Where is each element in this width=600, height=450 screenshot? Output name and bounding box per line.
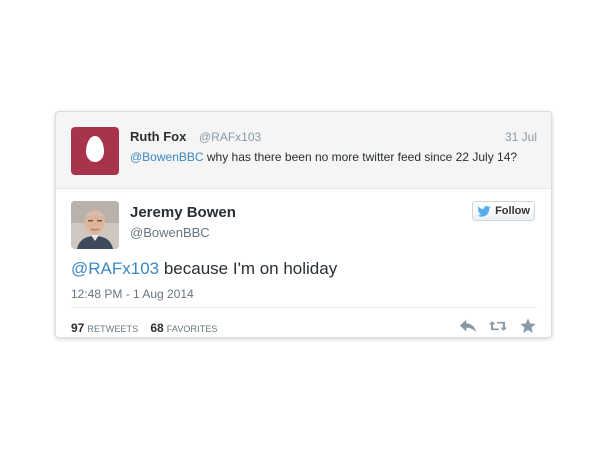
parent-tweet-text: @BowenBBC why has there been no more twi… xyxy=(130,150,517,164)
tweet-actions xyxy=(459,318,537,334)
author-handle[interactable]: @BowenBBC xyxy=(130,225,210,240)
reply-icon[interactable] xyxy=(459,318,477,334)
follow-label: Follow xyxy=(495,205,530,217)
parent-tweet-date[interactable]: 31 Jul xyxy=(505,130,537,144)
favorites-stat[interactable]: 68 FAVORITES xyxy=(150,321,218,335)
mention-link[interactable]: @RAFx103 xyxy=(71,259,159,278)
star-icon[interactable] xyxy=(519,318,537,334)
tweet-card: Ruth Fox @RAFx103 31 Jul @BowenBBC why h… xyxy=(55,111,552,338)
egg-icon xyxy=(86,136,104,162)
retweets-label: RETWEETS xyxy=(87,324,139,334)
parent-author-name[interactable]: Ruth Fox xyxy=(130,129,186,144)
parent-tweet[interactable]: Ruth Fox @RAFx103 31 Jul @BowenBBC why h… xyxy=(56,112,551,189)
avatar[interactable] xyxy=(71,201,119,249)
follow-button[interactable]: Follow xyxy=(472,201,535,221)
author-name[interactable]: Jeremy Bowen xyxy=(130,204,236,221)
tweet-text: @RAFx103 because I'm on holiday xyxy=(71,259,337,279)
favorites-label: FAVORITES xyxy=(166,324,218,334)
tweet-body: because I'm on holiday xyxy=(159,259,338,278)
mention-link[interactable]: @BowenBBC xyxy=(130,150,204,164)
tweet-stats: 97 RETWEETS 68 FAVORITES xyxy=(71,321,218,335)
retweets-count: 97 xyxy=(71,321,85,335)
twitter-bird-icon xyxy=(477,205,491,217)
profile-photo xyxy=(71,201,119,249)
retweets-stat[interactable]: 97 RETWEETS xyxy=(71,321,139,335)
parent-author-handle[interactable]: @RAFx103 xyxy=(199,130,261,144)
parent-tweet-body: why has there been no more twitter feed … xyxy=(203,150,518,164)
divider xyxy=(71,307,537,308)
favorites-count: 68 xyxy=(150,321,164,335)
avatar[interactable] xyxy=(71,127,119,175)
tweet-timestamp[interactable]: 12:48 PM - 1 Aug 2014 xyxy=(71,287,194,301)
retweet-icon[interactable] xyxy=(489,318,507,334)
